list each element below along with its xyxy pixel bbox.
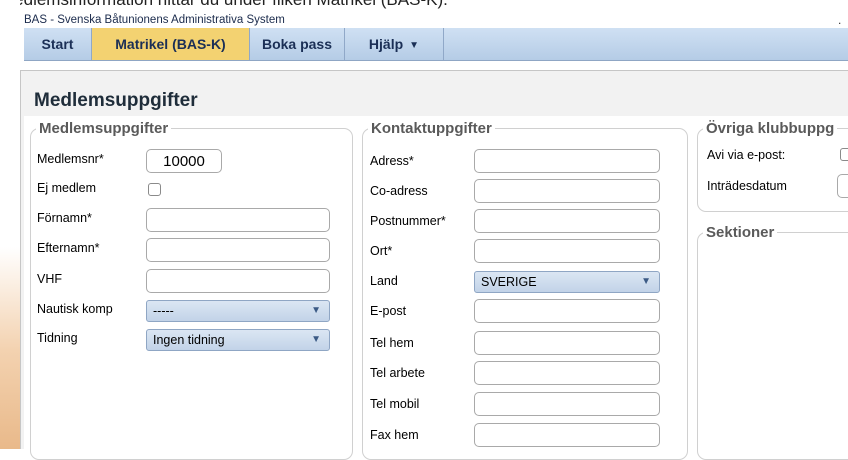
page-title: Medlemsuppgifter bbox=[34, 90, 198, 111]
tab-boka-pass-label: Boka pass bbox=[261, 36, 333, 52]
sections-group: Sektioner bbox=[697, 224, 848, 460]
label-medlemsnr: Medlemsnr* bbox=[37, 152, 104, 166]
chevron-down-icon: ▼ bbox=[409, 40, 420, 51]
label-avi-epost: Avi via e-post: bbox=[707, 148, 786, 162]
label-efternamn: Efternamn* bbox=[37, 241, 100, 255]
member-legend: Medlemsuppgifter bbox=[39, 120, 169, 137]
label-nautisk-komp: Nautisk komp bbox=[37, 302, 113, 316]
label-ej-medlem: Ej medlem bbox=[37, 181, 97, 195]
tab-matrikel[interactable]: Matrikel (BAS-K) bbox=[92, 28, 250, 60]
page-caption: Medlemsinformation hittar du under flike… bbox=[0, 0, 848, 9]
postnummer-input[interactable] bbox=[474, 209, 660, 233]
label-fax-hem: Fax hem bbox=[370, 428, 419, 442]
nautisk-komp-value: ----- bbox=[153, 304, 174, 318]
efternamn-input[interactable] bbox=[146, 238, 330, 262]
app-title: BAS - Svenska Båtunionens Administrativa… bbox=[24, 14, 285, 26]
label-adress: Adress* bbox=[370, 154, 414, 168]
label-ort: Ort* bbox=[370, 244, 393, 258]
navbar: Start Matrikel (BAS-K) Boka pass Hjälp ▼ bbox=[24, 28, 848, 61]
background-strip bbox=[0, 0, 20, 449]
medlemsnr-input[interactable] bbox=[146, 149, 222, 173]
chevron-down-icon: ▼ bbox=[311, 305, 321, 316]
label-tel-mobil: Tel mobil bbox=[370, 397, 420, 411]
label-intradesdatum: Inträdesdatum bbox=[707, 179, 787, 193]
label-postnummer: Postnummer* bbox=[370, 214, 446, 228]
fax-hem-input[interactable] bbox=[474, 423, 660, 447]
title-dot: . bbox=[838, 13, 842, 27]
tab-hjalp[interactable]: Hjälp ▼ bbox=[345, 28, 444, 60]
ort-input[interactable] bbox=[474, 239, 660, 263]
label-co-adress: Co-adress bbox=[370, 184, 428, 198]
intradesdatum-input[interactable] bbox=[837, 174, 848, 198]
tel-mobil-input[interactable] bbox=[474, 392, 660, 416]
ej-medlem-checkbox[interactable] bbox=[148, 183, 161, 196]
fornamn-input[interactable] bbox=[146, 208, 330, 232]
label-fornamn: Förnamn* bbox=[37, 211, 92, 225]
club-legend: Övriga klubbuppg bbox=[706, 120, 835, 137]
chevron-down-icon: ▼ bbox=[311, 334, 321, 345]
tel-arbete-input[interactable] bbox=[474, 361, 660, 385]
tidning-select[interactable]: Ingen tidning ▼ bbox=[146, 329, 330, 351]
vhf-input[interactable] bbox=[146, 269, 330, 293]
label-tel-arbete: Tel arbete bbox=[370, 366, 425, 380]
tab-boka-pass[interactable]: Boka pass bbox=[250, 28, 345, 60]
nautisk-komp-select[interactable]: ----- ▼ bbox=[146, 300, 330, 322]
tel-hem-input[interactable] bbox=[474, 331, 660, 355]
co-adress-input[interactable] bbox=[474, 179, 660, 203]
avi-epost-checkbox[interactable] bbox=[840, 148, 848, 161]
label-tel-hem: Tel hem bbox=[370, 336, 414, 350]
sections-legend: Sektioner bbox=[706, 224, 775, 241]
adress-input[interactable] bbox=[474, 149, 660, 173]
tab-start-label: Start bbox=[41, 36, 74, 52]
club-group: Övriga klubbuppg bbox=[697, 120, 848, 212]
epost-input[interactable] bbox=[474, 299, 660, 323]
label-land: Land bbox=[370, 274, 398, 288]
chevron-down-icon: ▼ bbox=[641, 276, 651, 287]
label-epost: E-post bbox=[370, 304, 407, 318]
land-value: SVERIGE bbox=[481, 275, 537, 289]
tab-start[interactable]: Start bbox=[24, 28, 92, 60]
contact-legend: Kontaktuppgifter bbox=[371, 120, 492, 137]
tidning-value: Ingen tidning bbox=[153, 333, 225, 347]
tab-hjalp-label: Hjälp bbox=[368, 36, 404, 52]
land-select[interactable]: SVERIGE ▼ bbox=[474, 271, 660, 293]
tab-matrikel-label: Matrikel (BAS-K) bbox=[115, 36, 226, 52]
label-tidning: Tidning bbox=[37, 331, 78, 345]
label-vhf: VHF bbox=[37, 272, 62, 286]
